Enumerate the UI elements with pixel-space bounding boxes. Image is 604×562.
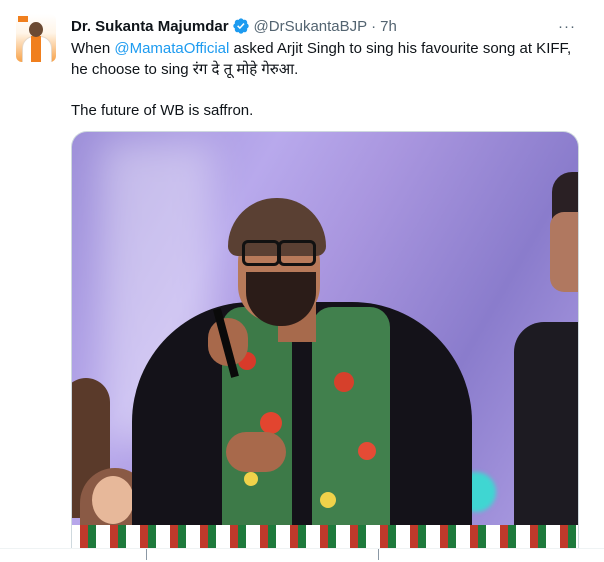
avatar-scarf	[31, 36, 41, 62]
tweet-text-when: When	[71, 40, 115, 57]
verified-badge-icon	[232, 18, 249, 34]
reply-action-divider	[146, 549, 147, 560]
avatar-head	[29, 22, 43, 37]
tweet-text: When @MamataOfficial asked Arjit Singh t…	[71, 38, 586, 121]
scarf-flower	[260, 412, 282, 434]
mention-link[interactable]: @MamataOfficial	[114, 40, 229, 57]
singer-glasses-right	[278, 240, 316, 266]
separator-dot: ·	[371, 17, 377, 35]
retweet-action-divider	[378, 549, 379, 560]
scarf-flower	[358, 442, 376, 460]
tweet-line-1: When @MamataOfficial asked Arjit Singh t…	[71, 38, 586, 59]
avatar-flag	[18, 16, 28, 22]
tweet-line-3: The future of WB is saffron.	[71, 102, 254, 119]
tweet-media-image[interactable]	[71, 131, 579, 549]
man-right-face	[550, 212, 578, 292]
tweet[interactable]: Dr. Sukanta Majumdar @DrSukantaBJP · 7h …	[0, 0, 604, 549]
tweet-timestamp[interactable]: 7h	[380, 18, 397, 35]
tweet-text-line1-rest: asked Arjit Singh to sing his favourite …	[229, 40, 572, 57]
author-name[interactable]: Dr. Sukanta Majumdar	[71, 18, 229, 35]
tweet-action-bar	[0, 548, 604, 562]
scarf-flower	[320, 492, 336, 508]
man-right-body	[514, 322, 578, 549]
stage-decoration-border	[72, 525, 578, 549]
scarf-flower	[244, 472, 258, 486]
singer-scarf-right	[312, 307, 390, 549]
more-options-icon[interactable]: ···	[556, 16, 578, 36]
tweet-line-2: he choose to sing रंग दे तू मोहे गेरुआ.	[71, 61, 299, 78]
author-handle[interactable]: @DrSukantaBJP	[254, 18, 368, 35]
singer-hand-chest	[226, 432, 286, 472]
singer-glasses-left	[242, 240, 280, 266]
tweet-header: Dr. Sukanta Majumdar @DrSukantaBJP · 7h	[71, 16, 397, 36]
avatar[interactable]	[16, 14, 56, 62]
audience-woman-face	[92, 476, 134, 524]
scarf-flower	[334, 372, 354, 392]
